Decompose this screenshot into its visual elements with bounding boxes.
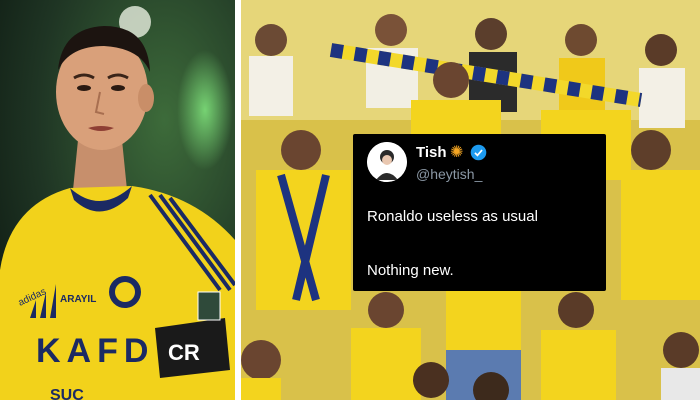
tweet-card: Tish ✺ @heytish_ Ronaldo useless as usua…: [353, 134, 606, 291]
jersey-sponsor: KAFD: [36, 332, 154, 370]
armband-text: CR: [168, 340, 200, 365]
green-glow: [177, 50, 233, 170]
club-crest-inner: [115, 282, 135, 302]
ronaldo-photo: adidas ARAYIL KAFD SUC CR: [0, 0, 235, 400]
ronaldo-scene: adidas ARAYIL KAFD SUC CR: [0, 0, 235, 400]
tweet-author-handle[interactable]: @heytish_: [416, 166, 482, 182]
right-eye: [111, 85, 125, 91]
tweet-text-line-1: Ronaldo useless as usual: [367, 208, 538, 225]
left-eye: [77, 85, 91, 91]
jersey-bottom-text: SUC: [50, 387, 84, 400]
sun-icon: ✺: [450, 144, 464, 161]
avatar[interactable]: [367, 142, 407, 182]
sleeve-badge: [197, 291, 221, 321]
tweet-text-line-2: Nothing new.: [367, 262, 454, 279]
tweet-author-name[interactable]: Tish: [416, 144, 447, 161]
verified-badge-icon: [470, 144, 487, 161]
kit-brand-text-2: ARAYIL: [60, 294, 96, 305]
ear: [138, 84, 154, 112]
